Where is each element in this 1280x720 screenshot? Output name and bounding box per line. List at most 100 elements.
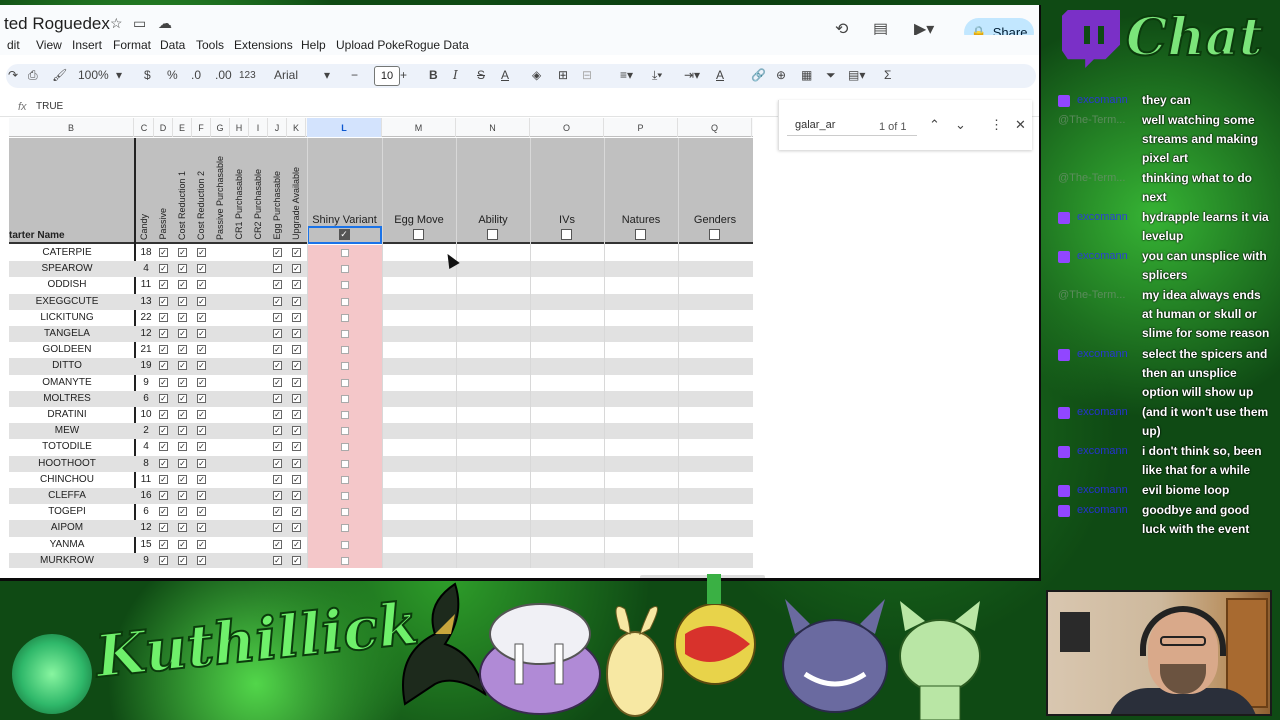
text-color-button[interactable]: A [501, 68, 509, 82]
checkbox-checked[interactable]: ✓ [197, 523, 206, 533]
starter-name-cell[interactable]: EXEGGCUTE [9, 296, 125, 307]
checkbox-checked[interactable]: ✓ [273, 555, 282, 565]
column-header-m[interactable]: M [382, 118, 456, 137]
candy-cell[interactable]: 11 [138, 474, 154, 485]
checkbox-checked[interactable]: ✓ [273, 361, 282, 371]
document-title[interactable]: ted Roguedex [4, 14, 110, 34]
checkbox-checked[interactable]: ✓ [178, 539, 187, 549]
checkbox-checked[interactable]: ✓ [178, 458, 187, 468]
checkbox-checked[interactable]: ✓ [197, 491, 206, 500]
column-header-g[interactable]: G [211, 118, 230, 137]
checkbox-checked[interactable]: ✓ [197, 539, 206, 549]
checkbox-checked[interactable]: ✓ [178, 361, 187, 371]
percent-button[interactable]: % [167, 68, 178, 82]
checkbox-checked[interactable]: ✓ [178, 264, 187, 274]
star-icon[interactable]: ☆ [110, 15, 123, 32]
shiny-checkbox[interactable] [341, 297, 349, 306]
shiny-checkbox[interactable] [341, 313, 349, 322]
column-header-l[interactable]: L [307, 118, 382, 137]
checkbox-checked[interactable]: ✓ [197, 264, 206, 274]
vertical-align-icon[interactable]: ⤓▾ [652, 68, 662, 83]
chat-username[interactable]: excomann [1077, 403, 1128, 422]
chat-username[interactable]: excomann [1077, 481, 1128, 500]
checkbox-checked[interactable]: ✓ [178, 474, 187, 484]
starter-name-cell[interactable]: CHINCHOU [9, 474, 125, 485]
checkbox-checked[interactable]: ✓ [273, 377, 282, 387]
menu-format[interactable]: Format [113, 38, 151, 52]
candy-cell[interactable]: 21 [138, 344, 154, 355]
checkbox-checked[interactable]: ✓ [292, 296, 301, 306]
column-header-h[interactable]: H [230, 118, 249, 137]
checkbox-checked[interactable]: ✓ [273, 312, 282, 322]
checkbox-checked[interactable]: ✓ [273, 442, 282, 452]
starter-name-cell[interactable]: YANMA [9, 539, 125, 550]
checkbox-checked[interactable]: ✓ [292, 458, 301, 468]
shiny-checkbox[interactable] [341, 508, 349, 517]
candy-cell[interactable]: 2 [138, 425, 154, 436]
checkbox-checked[interactable]: ✓ [178, 523, 187, 533]
table-row[interactable]: YANMA 15 ✓ ✓ ✓ ✓ ✓ [9, 536, 753, 553]
checkbox-checked[interactable]: ✓ [273, 523, 282, 533]
column-header-o[interactable]: O [530, 118, 604, 137]
checkbox-checked[interactable]: ✓ [159, 361, 168, 371]
checkbox-checked[interactable]: ✓ [197, 458, 206, 468]
menu-help[interactable]: Help [301, 38, 326, 52]
table-row[interactable]: AIPOM 12 ✓ ✓ ✓ ✓ ✓ [9, 520, 753, 537]
checkbox-checked[interactable]: ✓ [197, 248, 206, 257]
candy-cell[interactable]: 16 [138, 490, 154, 501]
font-size-increase-button[interactable]: + [400, 68, 407, 82]
candy-cell[interactable]: 12 [138, 522, 154, 533]
checkbox-checked[interactable]: ✓ [178, 491, 187, 500]
starter-name-cell[interactable]: HOOTHOOT [9, 458, 125, 469]
table-row[interactable]: TOGEPI 6 ✓ ✓ ✓ ✓ ✓ [9, 504, 753, 521]
starter-name-cell[interactable]: LICKITUNG [9, 312, 125, 323]
menu-extensions[interactable]: Extensions [234, 38, 293, 52]
horizontal-align-icon[interactable]: ≡▾ [620, 68, 633, 82]
checkbox-checked[interactable]: ✓ [197, 296, 206, 306]
checkbox-checked[interactable]: ✓ [159, 491, 168, 500]
chat-username[interactable]: excomann [1077, 247, 1128, 266]
insert-comment-icon[interactable]: ⊕ [776, 68, 786, 82]
table-row[interactable]: LICKITUNG 22 ✓ ✓ ✓ ✓ ✓ [9, 309, 753, 326]
checkbox-checked[interactable]: ✓ [273, 248, 282, 257]
column-header-i[interactable]: I [249, 118, 268, 137]
checkbox-checked[interactable]: ✓ [273, 345, 282, 355]
starter-name-cell[interactable]: MURKROW [9, 555, 125, 566]
checkbox-checked[interactable]: ✓ [273, 410, 282, 419]
checkbox-checked[interactable]: ✓ [197, 555, 206, 565]
checkbox-checked[interactable]: ✓ [159, 442, 168, 452]
starter-name-cell[interactable]: MEW [9, 425, 125, 436]
shiny-checkbox[interactable] [341, 475, 349, 484]
checkbox-checked[interactable]: ✓ [197, 474, 206, 484]
checkbox-checked[interactable]: ✓ [292, 555, 301, 565]
chevron-down-icon[interactable]: ▾ [116, 68, 122, 82]
checkbox-checked[interactable]: ✓ [178, 345, 187, 355]
checkbox-checked[interactable]: ✓ [159, 264, 168, 274]
checkbox-checked[interactable]: ✓ [292, 264, 301, 274]
candy-cell[interactable]: 22 [138, 312, 154, 323]
redo-icon[interactable]: ↷ [8, 68, 18, 82]
checkbox-checked[interactable]: ✓ [178, 377, 187, 387]
table-row[interactable]: CLEFFA 16 ✓ ✓ ✓ ✓ ✓ [9, 488, 753, 505]
merge-cells-icon[interactable]: ⊟ [582, 68, 592, 82]
checkbox-checked[interactable]: ✓ [292, 442, 301, 452]
shiny-checkbox[interactable] [341, 362, 349, 371]
checkbox-checked[interactable]: ✓ [159, 523, 168, 533]
filter-views-icon[interactable]: ▤▾ [848, 68, 865, 82]
candy-cell[interactable]: 12 [138, 328, 154, 339]
checkbox-checked[interactable]: ✓ [273, 393, 282, 403]
table-row[interactable]: ODDISH 11 ✓ ✓ ✓ ✓ ✓ [9, 277, 753, 294]
insert-link-icon[interactable]: 🔗 [751, 68, 766, 82]
candy-cell[interactable]: 6 [138, 393, 154, 404]
checkbox-checked[interactable]: ✓ [197, 393, 206, 403]
table-row[interactable]: TOTODILE 4 ✓ ✓ ✓ ✓ ✓ [9, 439, 753, 456]
candy-cell[interactable]: 9 [138, 377, 154, 388]
starter-name-cell[interactable]: SPEAROW [9, 263, 125, 274]
font-size-input[interactable]: 10 [374, 66, 400, 86]
folder-icon[interactable]: ▭ [133, 15, 146, 32]
checkbox-checked[interactable]: ✓ [292, 523, 301, 533]
candy-cell[interactable]: 4 [138, 441, 154, 452]
table-row[interactable]: EXEGGCUTE 13 ✓ ✓ ✓ ✓ ✓ [9, 293, 753, 310]
candy-cell[interactable]: 18 [138, 247, 154, 258]
checkbox-checked[interactable]: ✓ [178, 410, 187, 419]
